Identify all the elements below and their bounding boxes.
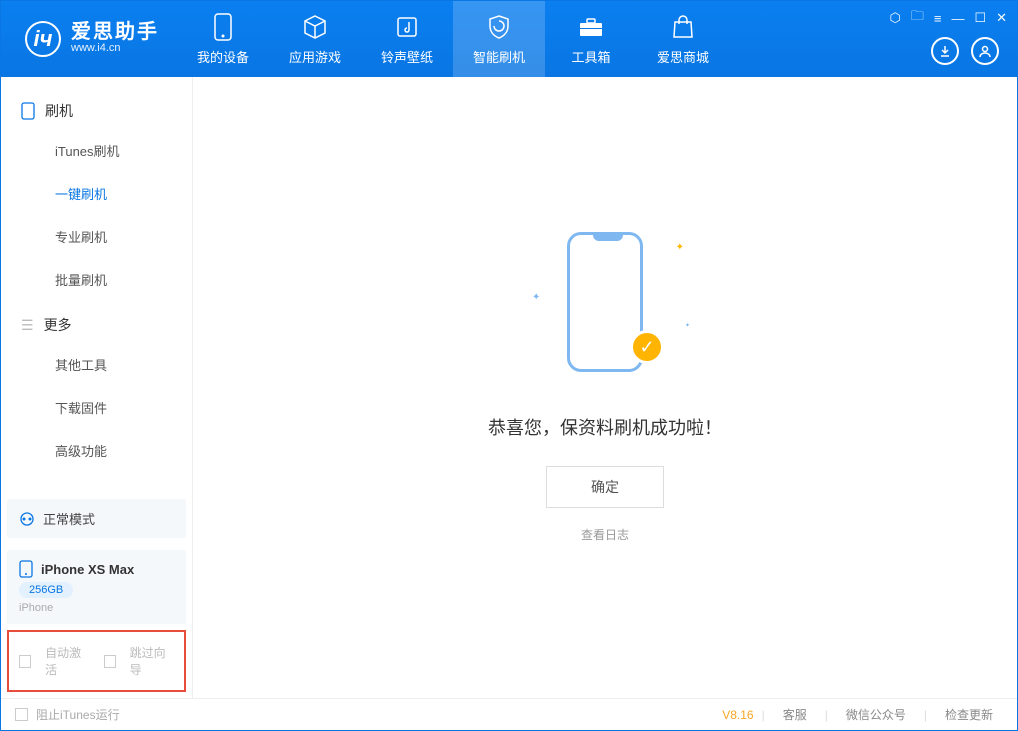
nav-tab-apps[interactable]: 应用游戏 <box>269 1 361 77</box>
minimize-button[interactable]: — <box>951 11 964 26</box>
success-message: 恭喜您，保资料刷机成功啦！ <box>488 414 722 440</box>
view-log-link[interactable]: 查看日志 <box>581 526 629 543</box>
nav-label: 我的设备 <box>197 47 249 66</box>
sidebar-item-itunes-flash[interactable]: iTunes刷机 <box>1 129 192 172</box>
nav-tab-media[interactable]: 铃声壁纸 <box>361 1 453 77</box>
bottom-options: 自动激活 跳过向导 <box>7 630 186 692</box>
sparkle-icon: ✦ <box>532 292 540 303</box>
opt-skip-wizard: 跳过向导 <box>130 644 174 678</box>
sparkle-icon: ✦ <box>676 242 684 253</box>
storage-badge: 256GB <box>19 582 73 598</box>
nav-label: 智能刷机 <box>473 47 525 66</box>
logo-area: iч 爱思助手 www.i4.cn <box>1 21 177 57</box>
ok-button[interactable]: 确定 <box>546 466 664 508</box>
nav-label: 工具箱 <box>571 47 610 66</box>
bag-icon <box>669 13 697 41</box>
lock-icon[interactable]: 🗀 <box>911 7 924 29</box>
app-name-cn: 爱思助手 <box>71 22 159 42</box>
block-itunes-label: 阻止iTunes运行 <box>36 706 120 723</box>
status-bar: 阻止iTunes运行 V8.16 | 客服 | 微信公众号 | 检查更新 <box>1 698 1017 730</box>
body-area: 刷机 iTunes刷机 一键刷机 专业刷机 批量刷机 ☰ 更多 其他工具 下载固… <box>1 77 1017 698</box>
checkbox-block-itunes[interactable] <box>15 708 28 721</box>
logo-icon: iч <box>25 21 61 57</box>
device-block[interactable]: iPhone XS Max 256GB iPhone <box>7 550 186 624</box>
update-link[interactable]: 检查更新 <box>935 706 1003 723</box>
opt-auto-activate: 自动激活 <box>45 644 89 678</box>
list-icon: ☰ <box>21 317 34 334</box>
music-icon <box>393 13 421 41</box>
close-button[interactable]: ✕ <box>996 10 1007 26</box>
sidebar-scroll: 刷机 iTunes刷机 一键刷机 专业刷机 批量刷机 ☰ 更多 其他工具 下载固… <box>1 77 192 493</box>
app-name-en: www.i4.cn <box>71 42 159 55</box>
version-label: V8.16 <box>722 708 753 722</box>
sidebar-item-other-tools[interactable]: 其他工具 <box>1 343 192 386</box>
group-label: 刷机 <box>45 101 73 121</box>
device-name: iPhone XS Max <box>41 562 134 577</box>
mode-label: 正常模式 <box>43 509 95 528</box>
sidebar-item-advanced[interactable]: 高级功能 <box>1 429 192 472</box>
shirt-icon[interactable]: ⬡ <box>889 10 900 26</box>
menu-icon[interactable]: ≡ <box>934 11 942 26</box>
shield-icon <box>485 13 513 41</box>
header-right <box>931 37 999 65</box>
checkbox-auto-activate[interactable] <box>19 655 31 668</box>
window-controls: ⬡ 🗀 ≡ — ☐ ✕ <box>889 7 1007 29</box>
support-link[interactable]: 客服 <box>773 706 817 723</box>
mode-block[interactable]: 正常模式 <box>7 499 186 538</box>
nav-tab-device[interactable]: 我的设备 <box>177 1 269 77</box>
user-button[interactable] <box>971 37 999 65</box>
check-badge-icon: ✓ <box>630 330 664 364</box>
nav-tab-tools[interactable]: 工具箱 <box>545 1 637 77</box>
sidebar-item-oneclick-flash[interactable]: 一键刷机 <box>1 172 192 215</box>
group-label: 更多 <box>44 315 72 335</box>
success-illustration: ✦ ✦ ✦ ✓ <box>550 232 660 382</box>
nav-tabs: 我的设备 应用游戏 铃声壁纸 智能刷机 工具箱 爱思商城 <box>177 1 729 77</box>
sidebar-item-download-fw[interactable]: 下载固件 <box>1 386 192 429</box>
sparkle-icon: ✦ <box>685 322 690 329</box>
logo-text: 爱思助手 www.i4.cn <box>71 22 159 55</box>
sidebar-group-more: ☰ 更多 <box>1 301 192 343</box>
sidebar-item-pro-flash[interactable]: 专业刷机 <box>1 215 192 258</box>
checkbox-skip-wizard[interactable] <box>104 655 116 668</box>
device-type: iPhone <box>19 602 53 614</box>
cube-icon <box>301 13 329 41</box>
main-content: ✦ ✦ ✦ ✓ 恭喜您，保资料刷机成功啦！ 确定 查看日志 <box>193 77 1017 698</box>
maximize-button[interactable]: ☐ <box>974 10 986 26</box>
nav-label: 应用游戏 <box>289 47 341 66</box>
mode-icon <box>19 511 35 527</box>
phone-icon <box>209 13 237 41</box>
download-button[interactable] <box>931 37 959 65</box>
sidebar: 刷机 iTunes刷机 一键刷机 专业刷机 批量刷机 ☰ 更多 其他工具 下载固… <box>1 77 193 698</box>
phone-icon <box>19 560 33 578</box>
nav-tab-flash[interactable]: 智能刷机 <box>453 1 545 77</box>
nav-label: 爱思商城 <box>657 47 709 66</box>
sidebar-group-flash: 刷机 <box>1 87 192 129</box>
app-window: iч 爱思助手 www.i4.cn 我的设备 应用游戏 铃声壁纸 智能刷机 <box>0 0 1018 731</box>
device-icon <box>21 102 35 120</box>
toolbox-icon <box>577 13 605 41</box>
nav-tab-store[interactable]: 爱思商城 <box>637 1 729 77</box>
wechat-link[interactable]: 微信公众号 <box>836 706 916 723</box>
sidebar-item-batch-flash[interactable]: 批量刷机 <box>1 258 192 301</box>
nav-label: 铃声壁纸 <box>381 47 433 66</box>
title-bar: iч 爱思助手 www.i4.cn 我的设备 应用游戏 铃声壁纸 智能刷机 <box>1 1 1017 77</box>
